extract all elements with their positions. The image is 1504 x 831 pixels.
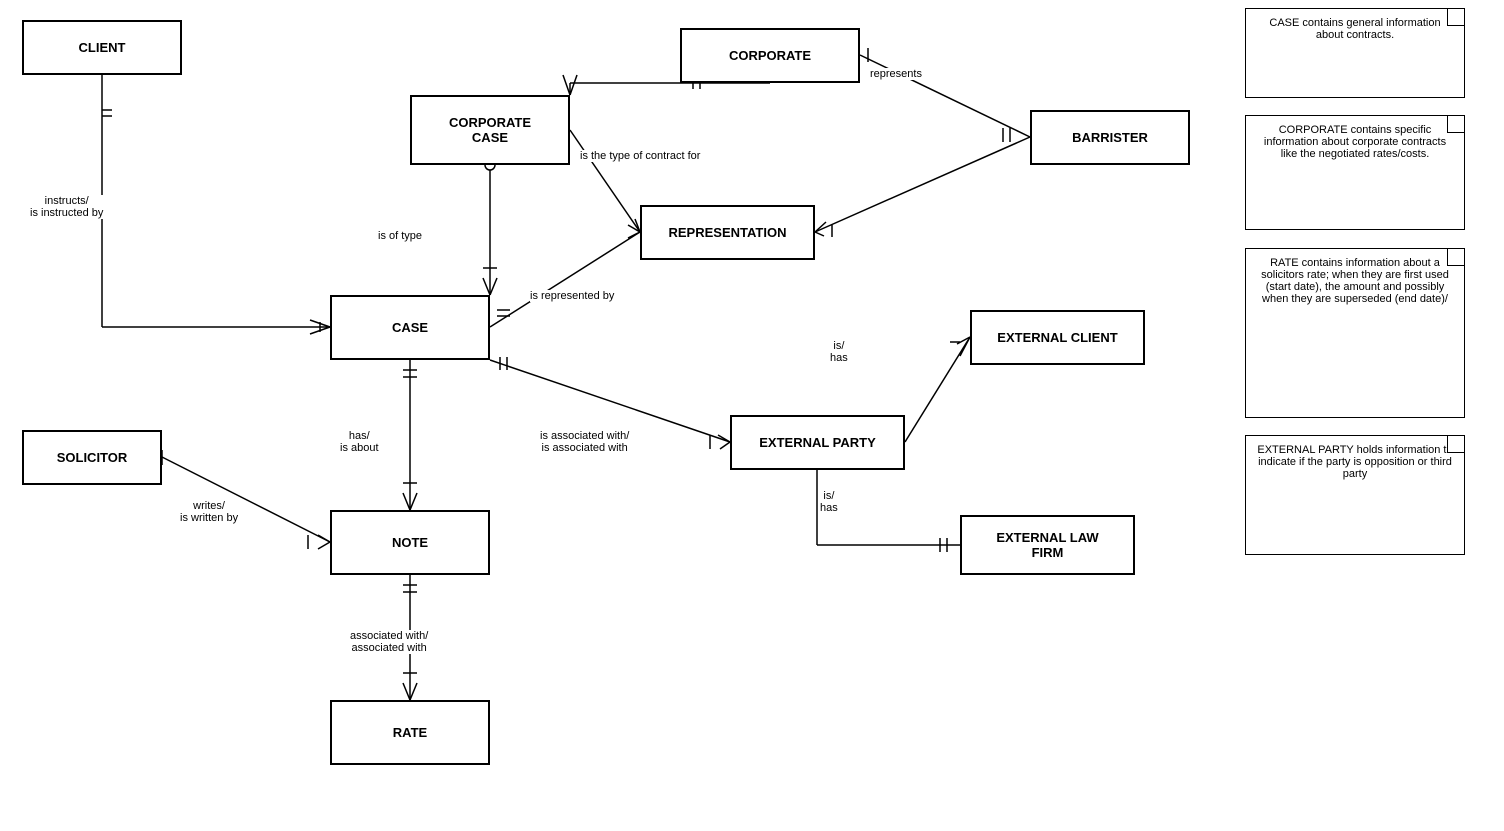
- erd-diagram: CLIENT CORPORATECASE CORPORATE BARRISTER…: [0, 0, 1504, 831]
- corporate-note-text: CORPORATE contains specific information …: [1264, 124, 1446, 160]
- note-entity: NOTE: [330, 510, 490, 575]
- external-client-entity: EXTERNAL CLIENT: [970, 310, 1145, 365]
- representation-label: REPRESENTATION: [669, 225, 787, 240]
- external-client-label: EXTERNAL CLIENT: [997, 330, 1117, 345]
- has-is-about-label: has/is about: [340, 430, 379, 454]
- external-law-firm-entity: EXTERNAL LAWFIRM: [960, 515, 1135, 575]
- represents-label: represents: [870, 68, 922, 80]
- is-represented-by-label: is represented by: [530, 290, 614, 302]
- rate-label: RATE: [393, 725, 427, 740]
- external-party-label: EXTERNAL PARTY: [759, 435, 876, 450]
- corporate-note: CORPORATE contains specific information …: [1245, 115, 1465, 230]
- case-note-text: CASE contains general information about …: [1269, 17, 1440, 41]
- corporate-entity: CORPORATE: [680, 28, 860, 83]
- representation-entity: REPRESENTATION: [640, 205, 815, 260]
- is-of-type-label: is of type: [378, 230, 422, 242]
- writes-label: writes/is written by: [180, 500, 238, 524]
- is-type-contract-label: is the type of contract for: [580, 150, 700, 162]
- barrister-label: BARRISTER: [1072, 130, 1148, 145]
- is-has-client-label: is/has: [830, 340, 848, 364]
- rate-entity: RATE: [330, 700, 490, 765]
- corporate-case-label: CORPORATECASE: [449, 115, 531, 145]
- solicitor-label: SOLICITOR: [57, 450, 128, 465]
- note-label: NOTE: [392, 535, 428, 550]
- barrister-entity: BARRISTER: [1030, 110, 1190, 165]
- associated-with-note-label: associated with/associated with: [350, 630, 428, 654]
- case-note: CASE contains general information about …: [1245, 8, 1465, 98]
- instructs-label: instructs/is instructed by: [30, 195, 103, 219]
- external-law-firm-label: EXTERNAL LAWFIRM: [996, 530, 1098, 560]
- client-label: CLIENT: [79, 40, 126, 55]
- client-entity: CLIENT: [22, 20, 182, 75]
- is-associated-with-label: is associated with/is associated with: [540, 430, 629, 454]
- solicitor-entity: SOLICITOR: [22, 430, 162, 485]
- corporate-label: CORPORATE: [729, 48, 811, 63]
- external-party-entity: EXTERNAL PARTY: [730, 415, 905, 470]
- external-party-note: EXTERNAL PARTY holds information to indi…: [1245, 435, 1465, 555]
- case-label: CASE: [392, 320, 428, 335]
- is-has-law-firm-label: is/has: [820, 490, 838, 514]
- rate-note: RATE contains information about a solici…: [1245, 248, 1465, 418]
- rate-note-text: RATE contains information about a solici…: [1261, 257, 1449, 305]
- corporate-case-entity: CORPORATECASE: [410, 95, 570, 165]
- external-party-note-text: EXTERNAL PARTY holds information to indi…: [1257, 444, 1452, 480]
- case-entity: CASE: [330, 295, 490, 360]
